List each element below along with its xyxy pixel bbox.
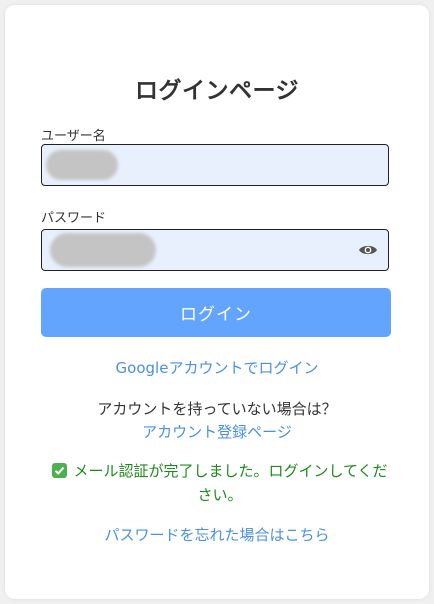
email-verified-text: メール認証が完了しました。ログインしてください。 (73, 462, 388, 504)
no-account-prompt: アカウントを持っていない場合は？ (97, 400, 337, 418)
password-input[interactable] (42, 230, 388, 270)
eye-icon[interactable] (358, 241, 378, 259)
google-login-link[interactable]: Googleアカウントでログイン (5, 357, 429, 378)
register-link[interactable]: アカウント登録ページ (5, 421, 429, 442)
email-verified-message: メール認証が完了しました。ログインしてください。 (45, 459, 395, 507)
forgot-password-link[interactable]: パスワードを忘れた場合はこちら (5, 524, 429, 545)
username-label: ユーザー名 (41, 129, 106, 144)
password-label: パスワード (41, 211, 107, 226)
login-button[interactable]: ログイン (41, 288, 391, 337)
username-field-wrapper (41, 144, 389, 186)
check-mark-icon (52, 463, 68, 478)
login-card: ログインページ ユーザー名 パスワード ログイン Googleアカウントでログイ… (5, 5, 429, 599)
page-title: ログインページ (134, 78, 300, 104)
password-field-wrapper (41, 229, 389, 271)
username-input[interactable] (42, 145, 388, 185)
